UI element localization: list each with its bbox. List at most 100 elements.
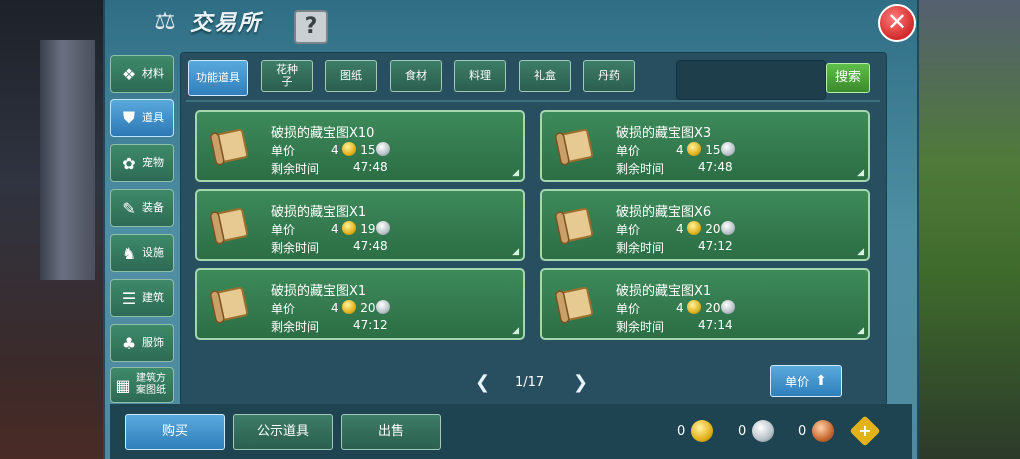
- remaining-time: 47:48: [698, 160, 733, 174]
- page-title: 交易所: [190, 11, 263, 36]
- tab-gift-box[interactable]: 礼盒: [519, 60, 571, 92]
- corner-mark-icon: ◢: [512, 326, 519, 336]
- listing-card[interactable]: 破损的藏宝图X3 单价 4 15 剩余时间 47:48 ◢: [540, 110, 870, 182]
- treasure-map-scroll-icon: [554, 282, 598, 326]
- price-row: 单价 4 20: [616, 300, 735, 317]
- item-name: 破损的藏宝图X1: [271, 205, 367, 220]
- silver-coin-icon: [375, 142, 390, 156]
- copper-coin-icon: [812, 420, 835, 442]
- sidebar-item-blueprints[interactable]: ▦ 建筑方案图纸: [110, 367, 174, 403]
- pet-paw-icon: ✿: [122, 153, 136, 173]
- materials-icon: ❖: [121, 64, 137, 84]
- sidebar-item-equipment[interactable]: ✎ 装备: [110, 189, 174, 227]
- tab-blueprints[interactable]: 图纸: [325, 60, 377, 92]
- listing-card[interactable]: 破损的藏宝图X6 单价 4 20 剩余时间 47:12 ◢: [540, 189, 870, 261]
- gold-amount: 4: [331, 143, 339, 157]
- public-items-button[interactable]: 公示道具: [233, 414, 333, 450]
- title-bar: ⚖ 交易所: [150, 5, 262, 37]
- price-label: 单价: [271, 302, 296, 316]
- search-button[interactable]: 搜索: [826, 63, 870, 93]
- gold-amount: 4: [676, 301, 684, 315]
- gold-coin-icon: [342, 300, 357, 314]
- treasure-map-scroll-icon: [554, 124, 598, 168]
- treasure-map-scroll-icon: [209, 203, 253, 247]
- item-name: 破损的藏宝图X1: [616, 284, 712, 299]
- remaining-time: 47:12: [353, 318, 388, 332]
- gold-amount: 4: [331, 222, 339, 236]
- time-row: 剩余时间 47:12: [271, 318, 388, 335]
- sort-by-price-button[interactable]: 单价 ⬆: [770, 365, 842, 397]
- price-label: 单价: [271, 144, 296, 158]
- tab-function-items[interactable]: 功能道具: [188, 60, 248, 96]
- item-name: 破损的藏宝图X1: [271, 284, 367, 299]
- page-indicator: 1/17: [515, 375, 545, 390]
- listing-card[interactable]: 破损的藏宝图X1 单价 4 20 剩余时间 47:12 ◢: [195, 268, 525, 340]
- remaining-label: 剩余时间: [616, 241, 665, 255]
- gold-coin-icon: [687, 221, 702, 235]
- remaining-time: 47:12: [698, 239, 733, 253]
- silver-amount: 15: [705, 143, 721, 157]
- prev-page-icon[interactable]: ❮: [475, 373, 490, 393]
- silver-coin-icon: [752, 420, 775, 442]
- close-button[interactable]: ✕: [878, 4, 916, 42]
- sidebar-item-items[interactable]: ⛊ 道具: [110, 99, 174, 137]
- tab-elixir[interactable]: 丹药: [583, 60, 635, 92]
- price-label: 单价: [271, 223, 296, 237]
- silver-coin-icon: [375, 221, 390, 235]
- equipment-icon: ✎: [122, 198, 136, 218]
- price-row: 单价 4 20: [616, 221, 735, 238]
- copper-balance: 0: [798, 420, 835, 442]
- tab-cuisine[interactable]: 料理: [454, 60, 506, 92]
- corner-mark-icon: ◢: [857, 168, 864, 178]
- time-row: 剩余时间 47:14: [616, 318, 733, 335]
- item-name: 破损的藏宝图X10: [271, 126, 375, 141]
- item-icon: ⛊: [122, 108, 135, 127]
- sidebar-item-pets[interactable]: ✿ 宠物: [110, 144, 174, 182]
- remaining-label: 剩余时间: [271, 162, 320, 176]
- help-button[interactable]: ?: [294, 10, 328, 44]
- tab-flower-seeds[interactable]: 花种子: [261, 60, 313, 92]
- listing-card[interactable]: 破损的藏宝图X10 单价 4 15 剩余时间 47:48 ◢: [195, 110, 525, 182]
- gold-coin-icon: [342, 142, 357, 156]
- gold-coin-icon: [691, 420, 714, 442]
- background-scene-left: [0, 0, 110, 459]
- time-row: 剩余时间 47:48: [616, 160, 733, 177]
- corner-mark-icon: ◢: [512, 168, 519, 178]
- silver-amount: 20: [705, 301, 721, 315]
- sidebar-item-materials[interactable]: ❖ 材料: [110, 55, 174, 93]
- clothing-icon: ♣: [121, 333, 137, 353]
- item-name: 破损的藏宝图X6: [616, 205, 712, 220]
- listing-card[interactable]: 破损的藏宝图X1 单价 4 19 剩余时间 47:48 ◢: [195, 189, 525, 261]
- remaining-time: 47:48: [353, 239, 388, 253]
- blueprint-icon: ▦: [115, 375, 131, 395]
- price-label: 单价: [616, 302, 641, 316]
- search-input[interactable]: [676, 60, 826, 100]
- buy-button[interactable]: 购买: [125, 414, 225, 450]
- sidebar-item-clothing[interactable]: ♣ 服饰: [110, 324, 174, 362]
- remaining-label: 剩余时间: [271, 320, 320, 334]
- sidebar-item-buildings[interactable]: ☰ 建筑: [110, 279, 174, 317]
- time-row: 剩余时间 47:48: [271, 239, 388, 256]
- remaining-label: 剩余时间: [616, 320, 665, 334]
- tab-ingredients[interactable]: 食材: [390, 60, 442, 92]
- silver-coin-icon: [375, 300, 390, 314]
- corner-mark-icon: ◢: [857, 326, 864, 336]
- price-row: 单价 4 19: [271, 221, 390, 238]
- bottom-bar: [110, 404, 912, 459]
- treasure-map-scroll-icon: [554, 203, 598, 247]
- time-row: 剩余时间 47:12: [616, 239, 733, 256]
- add-currency-button[interactable]: +: [849, 415, 881, 447]
- price-row: 单价 4 20: [271, 300, 390, 317]
- remaining-label: 剩余时间: [271, 241, 320, 255]
- gold-coin-icon: [687, 300, 702, 314]
- sidebar-item-facilities[interactable]: ♞ 设施: [110, 234, 174, 272]
- silver-coin-icon: [720, 221, 735, 235]
- sell-button[interactable]: 出售: [341, 414, 441, 450]
- treasure-map-scroll-icon: [209, 124, 253, 168]
- listing-card[interactable]: 破损的藏宝图X1 单价 4 20 剩余时间 47:14 ◢: [540, 268, 870, 340]
- corner-mark-icon: ◢: [512, 247, 519, 257]
- gold-amount: 4: [676, 143, 684, 157]
- gold-coin-icon: [342, 221, 357, 235]
- next-page-icon[interactable]: ❯: [573, 373, 588, 393]
- remaining-label: 剩余时间: [616, 162, 665, 176]
